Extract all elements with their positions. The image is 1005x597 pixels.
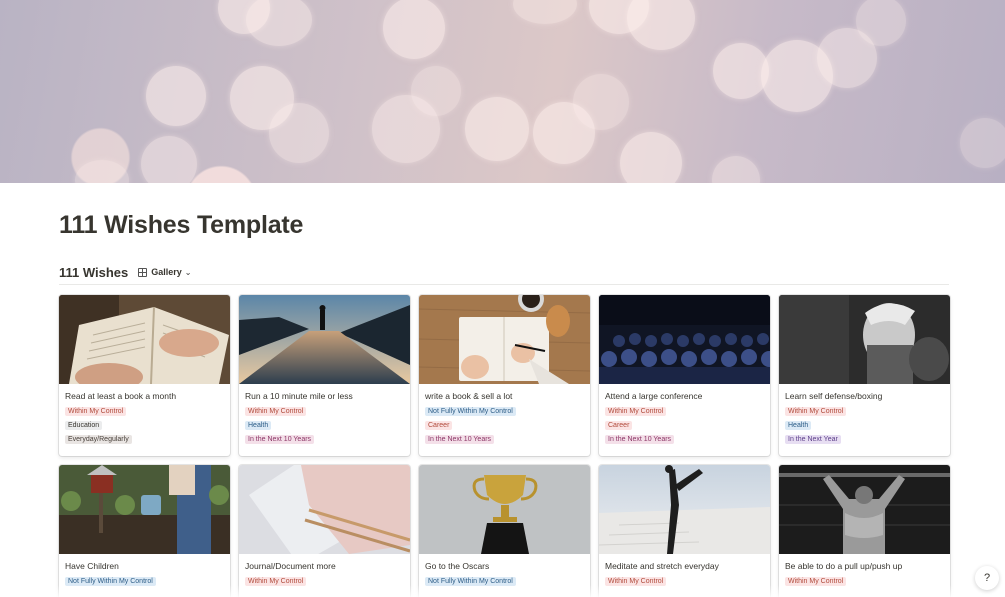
gallery-card[interactable]: Run a 10 minute mile or less Within My C…: [239, 295, 410, 456]
card-title: write a book & sell a lot: [425, 391, 513, 401]
gallery-card[interactable]: Read at least a book a month Within My C…: [59, 295, 230, 456]
card-title: Go to the Oscars: [425, 561, 490, 571]
help-button[interactable]: ?: [975, 566, 999, 590]
journal-pencils-image: [239, 465, 410, 554]
tag-control: Within My Control: [785, 407, 847, 416]
gallery-card[interactable]: Meditate and stretch everyday Within My …: [599, 465, 770, 597]
page-cover-image: [0, 0, 1005, 183]
tag-control: Within My Control: [605, 577, 667, 586]
card-title: Journal/Document more: [245, 561, 336, 571]
tag-category: Health: [245, 421, 272, 430]
tag-category: Career: [425, 421, 453, 430]
tag-timeframe: In the Next Year: [785, 435, 841, 444]
yoga-stretch-image: [599, 465, 770, 554]
tag-category: Education: [65, 421, 103, 430]
card-title: Attend a large conference: [605, 391, 703, 401]
header-divider: [59, 284, 949, 285]
gallery-card[interactable]: Journal/Document more Within My Control: [239, 465, 410, 597]
tag-category: Career: [605, 421, 633, 430]
tag-timeframe: In the Next 10 Years: [605, 435, 675, 444]
gallery-card[interactable]: Have Children Not Fully Within My Contro…: [59, 465, 230, 597]
tag-control: Not Fully Within My Control: [425, 577, 516, 586]
chevron-down-icon: ⌄: [184, 267, 192, 277]
tag-control: Within My Control: [245, 407, 307, 416]
gallery-card[interactable]: Attend a large conference Within My Cont…: [599, 295, 770, 456]
database-title[interactable]: 111 Wishes: [59, 265, 128, 280]
gallery-card[interactable]: Be able to do a pull up/push up Within M…: [779, 465, 950, 597]
tag-timeframe: In the Next 10 Years: [425, 435, 495, 444]
tag-timeframe: In the Next 10 Years: [245, 435, 315, 444]
card-title: Run a 10 minute mile or less: [245, 391, 353, 401]
tag-control: Not Fully Within My Control: [65, 577, 156, 586]
view-label: Gallery: [151, 267, 182, 277]
tag-control: Within My Control: [245, 577, 307, 586]
gallery-card[interactable]: Learn self defense/boxing Within My Cont…: [779, 295, 950, 456]
card-title: Read at least a book a month: [65, 391, 177, 401]
writing-notebook-image: [419, 295, 590, 384]
tag-timeframe: Everyday/Regularly: [65, 435, 132, 444]
open-book-image: [59, 295, 230, 384]
conference-audience-image: [599, 295, 770, 384]
tag-control: Not Fully Within My Control: [425, 407, 516, 416]
gallery-card[interactable]: Go to the Oscars Not Fully Within My Con…: [419, 465, 590, 597]
tag-category: Health: [785, 421, 812, 430]
gallery-card[interactable]: write a book & sell a lot Not Fully With…: [419, 295, 590, 456]
tag-control: Within My Control: [605, 407, 667, 416]
runner-road-image: [239, 295, 410, 384]
boxer-portrait-image: [779, 295, 950, 384]
page-title: 111 Wishes Template: [59, 211, 304, 239]
view-switcher-button[interactable]: Gallery ⌄: [138, 267, 192, 277]
card-title: Learn self defense/boxing: [785, 391, 883, 401]
gallery-grid-icon: [138, 267, 148, 277]
card-title: Meditate and stretch everyday: [605, 561, 719, 571]
trophy-image: [419, 465, 590, 554]
pull-up-athlete-image: [779, 465, 950, 554]
card-title: Have Children: [65, 561, 119, 571]
database-header: 111 Wishes Gallery ⌄: [59, 263, 192, 281]
tag-control: Within My Control: [785, 577, 847, 586]
child-garden-image: [59, 465, 230, 554]
card-title: Be able to do a pull up/push up: [785, 561, 903, 571]
tag-control: Within My Control: [65, 407, 127, 416]
